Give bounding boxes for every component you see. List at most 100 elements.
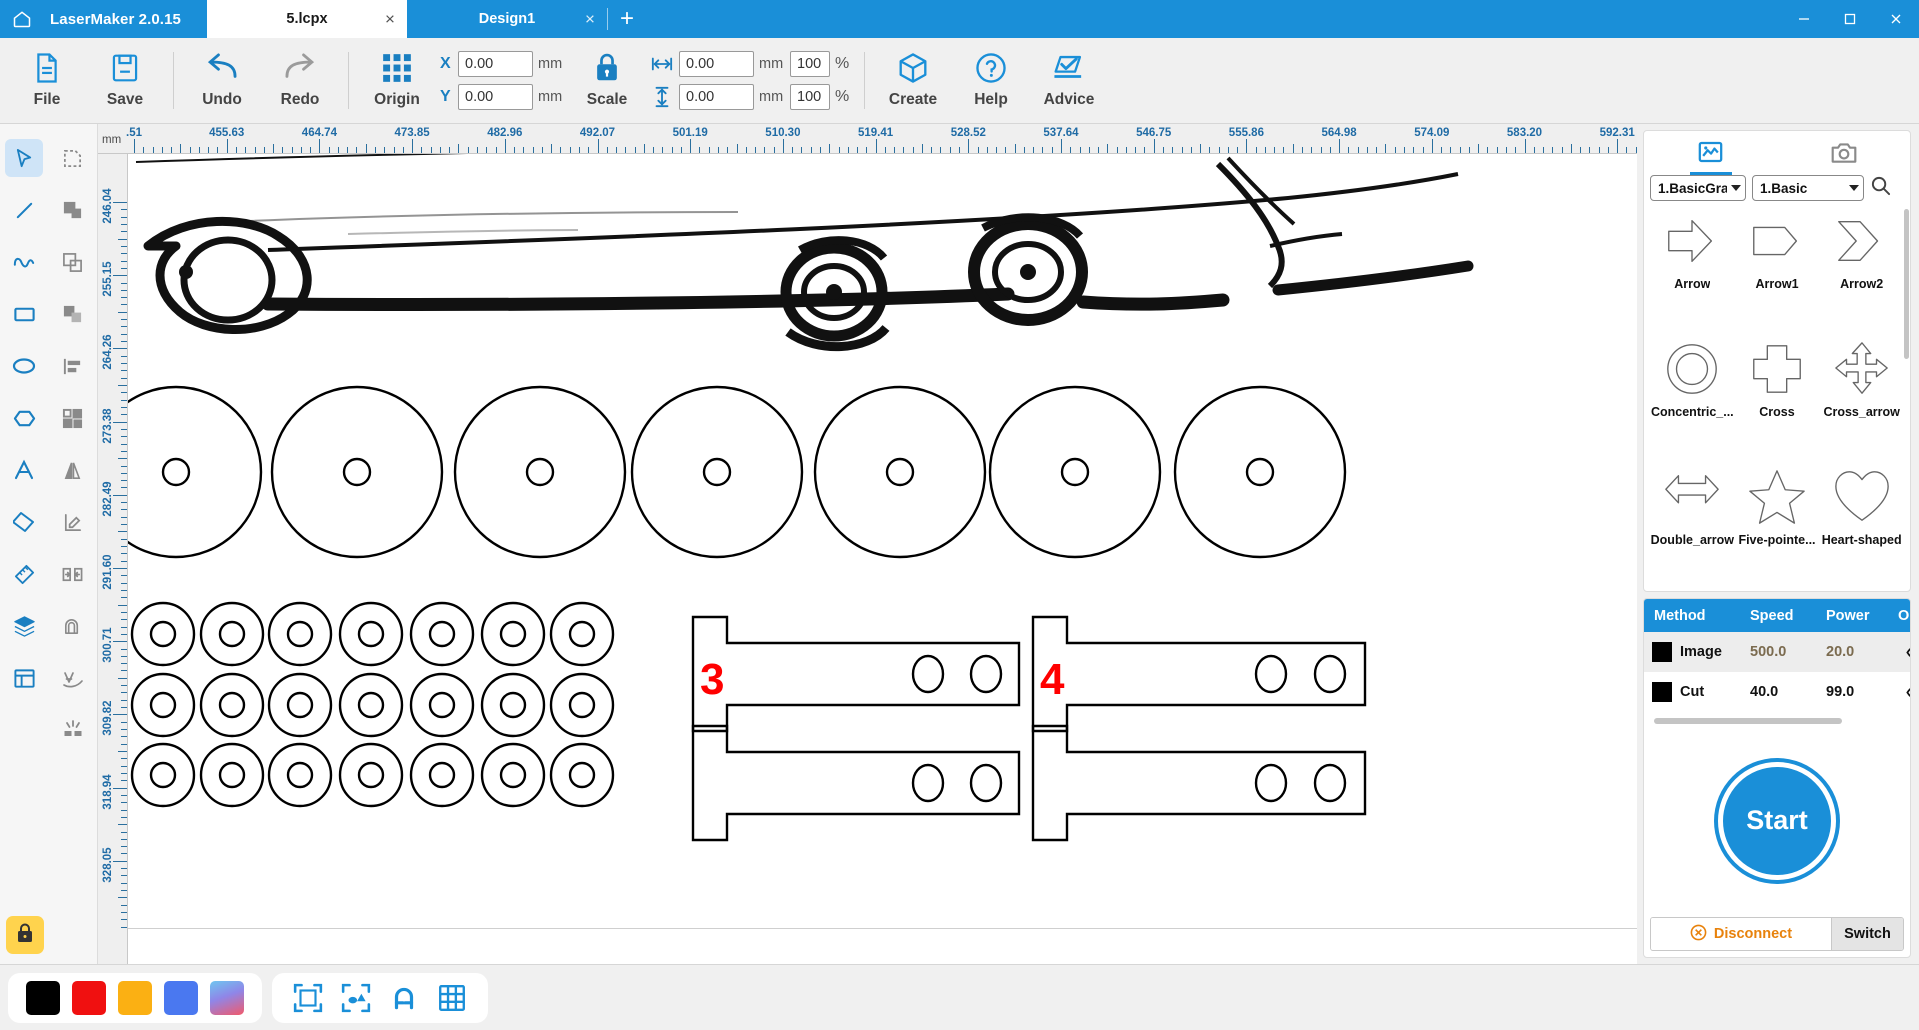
polygon-tool[interactable]	[0, 392, 49, 444]
home-icon[interactable]	[0, 0, 44, 38]
maximize-icon[interactable]	[1827, 0, 1873, 38]
library-tab[interactable]	[1644, 131, 1777, 175]
ellipse-tool[interactable]	[0, 340, 49, 392]
measure-edit-tool[interactable]	[49, 496, 98, 548]
ruler-tool[interactable]	[0, 548, 49, 600]
horizontal-ruler[interactable]: mm .51 455.63 464.74 473.85 482.96 492.07 501.…	[98, 124, 1637, 154]
x-input[interactable]: 0.00	[458, 51, 533, 77]
eye-icon[interactable]	[1888, 684, 1910, 701]
close-icon[interactable]: ×	[385, 11, 395, 28]
text-tool[interactable]	[0, 444, 49, 496]
magnet-icon[interactable]	[386, 980, 422, 1016]
line-tool[interactable]	[0, 184, 49, 236]
select-shapes-icon[interactable]	[338, 980, 374, 1016]
disconnect-button[interactable]: Disconnect	[1651, 918, 1831, 950]
shape-item[interactable]: Five-pointe...	[1735, 463, 1820, 591]
help-button[interactable]: Help	[952, 38, 1030, 123]
power-value[interactable]: 99.0	[1816, 684, 1888, 700]
curve-tool[interactable]	[0, 236, 49, 288]
save-button[interactable]: Save	[86, 38, 164, 123]
text-on-path-tool[interactable]	[49, 652, 98, 704]
height-input[interactable]: 0.00	[679, 84, 754, 110]
ruler-tick	[1570, 144, 1572, 153]
shape-item[interactable]: Heart-shaped	[1819, 463, 1904, 591]
redo-button[interactable]: Redo	[261, 38, 339, 123]
intersect-shapes-icon	[54, 295, 92, 333]
table-row[interactable]: Cut 40.0 99.0	[1644, 672, 1910, 712]
color-gradient[interactable]	[210, 980, 244, 1015]
design-sheet[interactable]: 3 4	[128, 154, 1637, 964]
category-select[interactable]: 1.BasicGrap	[1650, 175, 1746, 201]
eye-icon[interactable]	[1888, 644, 1910, 661]
grid-icon[interactable]	[434, 980, 470, 1016]
switch-button[interactable]: Switch	[1831, 918, 1903, 950]
start-button[interactable]: Start	[1718, 761, 1836, 880]
explode-tool[interactable]	[49, 704, 98, 756]
canvas-area[interactable]: mm .51 455.63 464.74 473.85 482.96 492.07 501.…	[98, 124, 1637, 964]
vertical-ruler[interactable]: 246.04 255.15 264.26 273.38 282.49 291.60 300.…	[98, 154, 128, 964]
new-tab-button[interactable]: +	[608, 0, 646, 38]
y-input[interactable]: 0.00	[458, 84, 533, 110]
color-black[interactable]	[26, 980, 60, 1015]
color-blue[interactable]	[164, 980, 198, 1015]
offset-tool[interactable]	[49, 600, 98, 652]
align-tool[interactable]	[49, 340, 98, 392]
ruler-tick	[118, 604, 127, 606]
color-orange[interactable]	[118, 980, 152, 1015]
library-scrollbar[interactable]	[1904, 209, 1909, 359]
close-icon[interactable]: ×	[585, 11, 595, 28]
node-edit-tool[interactable]	[49, 132, 98, 184]
layout-tool[interactable]	[0, 652, 49, 704]
search-icon[interactable]	[1870, 175, 1891, 201]
rectangle-tool[interactable]	[0, 288, 49, 340]
file-button[interactable]: File	[8, 38, 86, 123]
ruler-tick	[1051, 147, 1053, 153]
shape-item[interactable]: Double_arrow	[1650, 463, 1735, 591]
subtract-tool[interactable]	[49, 236, 98, 288]
undo-button[interactable]: Undo	[183, 38, 261, 123]
tab-file-1[interactable]: 5.lcpx ×	[206, 0, 407, 38]
mirror-tool[interactable]	[49, 444, 98, 496]
height-percent-input[interactable]: 100	[790, 84, 830, 110]
subcategory-select[interactable]: 1.Basic	[1752, 175, 1864, 201]
design-objects[interactable]: 3 4	[128, 154, 1637, 929]
intersect-tool[interactable]	[49, 288, 98, 340]
table-row[interactable]: Image 500.0 20.0	[1644, 632, 1910, 672]
shape-item[interactable]: Arrow2	[1819, 207, 1904, 335]
shape-item[interactable]: Arrow	[1650, 207, 1735, 335]
frame-brackets-icon[interactable]	[290, 980, 326, 1016]
shape-item[interactable]: Concentric_...	[1650, 335, 1735, 463]
shape-item[interactable]: Arrow1	[1735, 207, 1820, 335]
width-percent-input[interactable]: 100	[790, 51, 830, 77]
layer-color-swatch[interactable]	[1652, 642, 1672, 662]
layers-tool[interactable]	[0, 600, 49, 652]
advice-button[interactable]: Advice	[1030, 38, 1108, 123]
scale-lock-button[interactable]: Scale	[568, 38, 646, 123]
ruler-tick	[1450, 147, 1452, 153]
fit-width-tool[interactable]	[49, 548, 98, 600]
color-red[interactable]	[72, 980, 106, 1015]
sheet-page[interactable]: 3 4	[128, 154, 1637, 929]
layer-color-swatch[interactable]	[1652, 682, 1672, 702]
ruler-tick	[118, 311, 127, 313]
origin-button[interactable]: Origin	[358, 38, 436, 123]
shape-item[interactable]: Cross	[1735, 335, 1820, 463]
union-tool[interactable]	[49, 184, 98, 236]
shape-item[interactable]: Cross_arrow	[1819, 335, 1904, 463]
distribute-tool[interactable]	[49, 392, 98, 444]
ruler-tick	[1125, 147, 1127, 153]
camera-tab[interactable]	[1777, 131, 1910, 175]
lock-button[interactable]	[6, 916, 44, 954]
ruler-tick	[113, 494, 127, 496]
close-icon[interactable]	[1873, 0, 1919, 38]
shape-grid[interactable]: Arrow Arrow1 Arrow2 Concentric_... Cross Cros…	[1644, 207, 1910, 591]
create-button[interactable]: Create	[874, 38, 952, 123]
minimize-icon[interactable]	[1781, 0, 1827, 38]
speed-value[interactable]: 40.0	[1740, 684, 1816, 700]
width-input[interactable]: 0.00	[679, 51, 754, 77]
eraser-tool[interactable]	[0, 496, 49, 548]
power-value[interactable]: 20.0	[1816, 644, 1888, 660]
select-tool[interactable]	[0, 132, 49, 184]
speed-value[interactable]: 500.0	[1740, 644, 1816, 660]
tab-file-2[interactable]: Design1 ×	[407, 0, 607, 38]
